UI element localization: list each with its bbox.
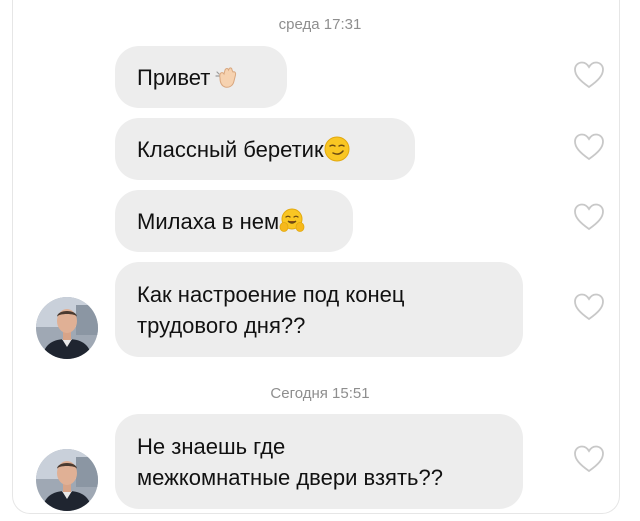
message-text: Как настроение под конец трудового дня?? [137, 281, 405, 338]
heart-outline-icon[interactable] [573, 132, 605, 162]
smirking-face-emoji [324, 136, 350, 162]
heart-outline-icon[interactable] [573, 202, 605, 232]
waving-hand-emoji [214, 64, 240, 90]
hugging-face-emoji [279, 208, 305, 234]
message-text: Милаха в нем [137, 208, 280, 234]
heart-outline-icon[interactable] [573, 444, 605, 474]
message-bubble[interactable]: Милаха в нем [115, 190, 353, 252]
heart-outline-icon[interactable] [573, 60, 605, 90]
date-separator: Сегодня 15:51 [270, 385, 370, 402]
user-avatar[interactable] [36, 297, 98, 359]
message-text: Привет [137, 64, 211, 90]
date-separator: среда 17:31 [278, 16, 362, 33]
message-bubble[interactable]: Классный беретик [115, 118, 415, 180]
message-bubble[interactable]: Привет [115, 46, 287, 108]
message-bubble[interactable]: Как настроение под конец трудового дня?? [115, 262, 523, 357]
message-bubble[interactable]: Не знаешь где межкомнатные двери взять?? [115, 414, 523, 509]
user-avatar[interactable] [36, 449, 98, 511]
message-text: Классный беретик [137, 136, 324, 162]
message-text: Не знаешь где межкомнатные двери взять?? [137, 433, 443, 490]
heart-outline-icon[interactable] [573, 292, 605, 322]
